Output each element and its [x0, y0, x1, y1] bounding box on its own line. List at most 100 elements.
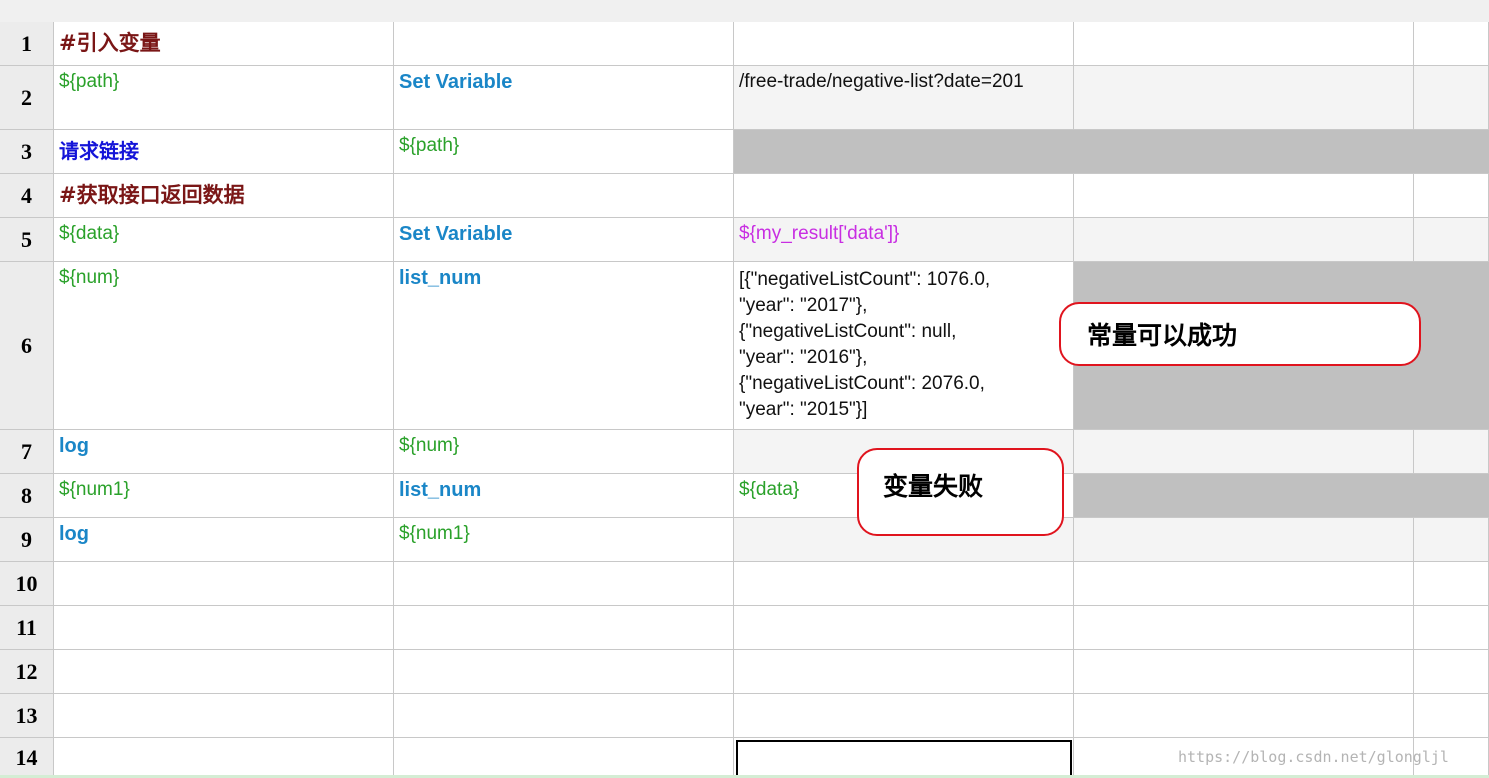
watermark: https://blog.csdn.net/glongljl: [1178, 748, 1449, 766]
row-header-14[interactable]: 14: [0, 738, 54, 778]
variable-text: ${path}: [59, 71, 120, 92]
keyword-text: log: [59, 435, 89, 457]
variable-text: ${num1}: [59, 479, 130, 500]
cell-r6-c1[interactable]: ${num}: [54, 262, 394, 430]
cell-r8-c2[interactable]: list_num: [394, 474, 734, 518]
cell-r10-c4[interactable]: [1074, 562, 1414, 606]
row-header-7[interactable]: 7: [0, 430, 54, 474]
row-header-2[interactable]: 2: [0, 66, 54, 130]
keyword-text: log: [59, 523, 89, 545]
test-case-grid: 1 #引入变量 2 ${path} Set Variable /free-tra…: [0, 22, 1489, 778]
cell-r10-c5[interactable]: [1414, 562, 1489, 606]
variable-text: ${data}: [739, 479, 800, 500]
cell-r6-c2[interactable]: list_num: [394, 262, 734, 430]
row-header-11[interactable]: 11: [0, 606, 54, 650]
row-header-4[interactable]: 4: [0, 174, 54, 218]
cell-r10-c1[interactable]: [54, 562, 394, 606]
cell-r10-c2[interactable]: [394, 562, 734, 606]
cell-r13-c2[interactable]: [394, 694, 734, 738]
keyword-text: Set Variable: [399, 71, 513, 93]
cell-r5-c5[interactable]: [1414, 218, 1489, 262]
cell-r2-c4[interactable]: [1074, 66, 1414, 130]
value-text: ${my_result['data']}: [739, 223, 900, 244]
cell-r7-c1[interactable]: log: [54, 430, 394, 474]
cell-r13-c3[interactable]: [734, 694, 1074, 738]
annotation-text: 常量可以成功: [1087, 321, 1238, 350]
cell-r11-c1[interactable]: [54, 606, 394, 650]
cell-r7-c2[interactable]: ${num}: [394, 430, 734, 474]
variable-text: ${data}: [59, 223, 120, 244]
cell-r1-c2[interactable]: [394, 22, 734, 66]
cell-selection[interactable]: [736, 740, 1072, 778]
cell-r12-c5[interactable]: [1414, 650, 1489, 694]
toolbar-strip: [0, 0, 1489, 22]
cell-r9-c2[interactable]: ${num1}: [394, 518, 734, 562]
cell-r14-c2[interactable]: [394, 738, 734, 778]
cell-r5-c1[interactable]: ${data}: [54, 218, 394, 262]
cell-r2-c2[interactable]: Set Variable: [394, 66, 734, 130]
row-header-12[interactable]: 12: [0, 650, 54, 694]
row-header-1[interactable]: 1: [0, 22, 54, 66]
cell-r13-c5[interactable]: [1414, 694, 1489, 738]
cell-r11-c5[interactable]: [1414, 606, 1489, 650]
cell-r4-c5[interactable]: [1414, 174, 1489, 218]
keyword-text: Set Variable: [399, 223, 513, 245]
cell-r1-c5[interactable]: [1414, 22, 1489, 66]
row-header-6[interactable]: 6: [0, 262, 54, 430]
cell-r11-c4[interactable]: [1074, 606, 1414, 650]
cell-r1-c1[interactable]: #引入变量: [54, 22, 394, 66]
cell-r3-c1[interactable]: 请求链接: [54, 130, 394, 174]
value-text: [{"negativeListCount": 1076.0, "year": "…: [739, 269, 991, 420]
cell-r4-c2[interactable]: [394, 174, 734, 218]
cell-r4-c1[interactable]: #获取接口返回数据: [54, 174, 394, 218]
row-header-13[interactable]: 13: [0, 694, 54, 738]
cell-r5-c3[interactable]: ${my_result['data']}: [734, 218, 1074, 262]
keyword-text: list_num: [399, 479, 482, 501]
cell-r3-unused[interactable]: [734, 130, 1489, 174]
comment-text: #获取接口返回数据: [59, 183, 245, 207]
cell-r12-c1[interactable]: [54, 650, 394, 694]
cell-r1-c4[interactable]: [1074, 22, 1414, 66]
cell-r7-c5[interactable]: [1414, 430, 1489, 474]
row-header-10[interactable]: 10: [0, 562, 54, 606]
cell-r9-c5[interactable]: [1414, 518, 1489, 562]
cell-r1-c3[interactable]: [734, 22, 1074, 66]
cell-r12-c2[interactable]: [394, 650, 734, 694]
cell-r12-c4[interactable]: [1074, 650, 1414, 694]
comment-text: #引入变量: [59, 31, 161, 55]
row-header-8[interactable]: 8: [0, 474, 54, 518]
cell-r10-c3[interactable]: [734, 562, 1074, 606]
cell-r7-c4[interactable]: [1074, 430, 1414, 474]
annotation-variable-fail: 变量失败: [857, 448, 1064, 536]
cell-r4-c3[interactable]: [734, 174, 1074, 218]
value-text: /free-trade/negative-list?date=201: [739, 71, 1024, 92]
annotation-text: 变量失败: [883, 472, 984, 501]
cell-r8-unused[interactable]: [1074, 474, 1489, 518]
row-header-5[interactable]: 5: [0, 218, 54, 262]
cell-r9-c1[interactable]: log: [54, 518, 394, 562]
variable-text: ${num}: [59, 267, 120, 288]
cell-r13-c4[interactable]: [1074, 694, 1414, 738]
cell-r2-c1[interactable]: ${path}: [54, 66, 394, 130]
variable-text: ${num1}: [399, 523, 470, 544]
cell-r6-c3[interactable]: [{"negativeListCount": 1076.0, "year": "…: [734, 262, 1074, 430]
cell-r11-c3[interactable]: [734, 606, 1074, 650]
keyword-text: list_num: [399, 267, 482, 289]
cell-r14-c1[interactable]: [54, 738, 394, 778]
cell-r2-c5[interactable]: [1414, 66, 1489, 130]
variable-text: ${num}: [399, 435, 460, 456]
row-header-3[interactable]: 3: [0, 130, 54, 174]
cell-r3-c2[interactable]: ${path}: [394, 130, 734, 174]
cell-r5-c2[interactable]: Set Variable: [394, 218, 734, 262]
row-header-9[interactable]: 9: [0, 518, 54, 562]
variable-text: ${path}: [399, 135, 460, 156]
annotation-constant-success: 常量可以成功: [1059, 302, 1421, 366]
cell-r5-c4[interactable]: [1074, 218, 1414, 262]
cell-r13-c1[interactable]: [54, 694, 394, 738]
cell-r12-c3[interactable]: [734, 650, 1074, 694]
cell-r4-c4[interactable]: [1074, 174, 1414, 218]
cell-r11-c2[interactable]: [394, 606, 734, 650]
cell-r8-c1[interactable]: ${num1}: [54, 474, 394, 518]
cell-r9-c4[interactable]: [1074, 518, 1414, 562]
cell-r2-c3[interactable]: /free-trade/negative-list?date=201: [734, 66, 1074, 130]
